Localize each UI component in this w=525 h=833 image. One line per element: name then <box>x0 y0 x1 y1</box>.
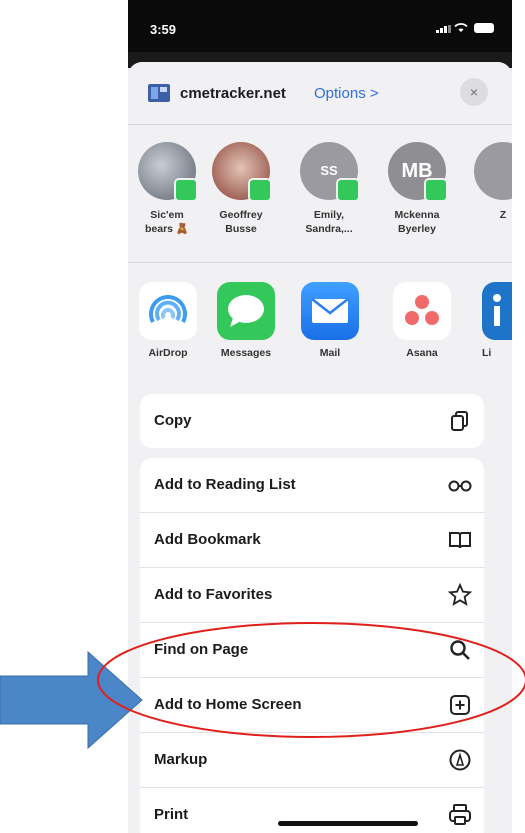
person-item[interactable]: Sic'em bears 🧸 <box>132 134 202 236</box>
phone-screen: 3:59 cmetracker.net Options > × Sic'em b… <box>128 0 512 833</box>
status-bar: 3:59 <box>128 0 512 52</box>
person-item[interactable]: Geoffrey Busse <box>206 134 276 236</box>
share-header: cmetracker.net Options > × <box>128 62 512 124</box>
avatar: MB <box>388 142 448 202</box>
avatar <box>138 142 198 202</box>
person-name: Z <box>499 209 507 221</box>
share-sheet: cmetracker.net Options > × Sic'em bears 🧸 <box>128 62 512 833</box>
avatar: SS <box>300 142 360 202</box>
print-action[interactable]: Print <box>140 788 484 833</box>
search-icon <box>450 640 470 660</box>
copy-action[interactable]: Copy <box>140 394 484 448</box>
person-item[interactable]: MB Mckenna Byerley <box>382 134 452 236</box>
messages-icon <box>217 282 275 340</box>
airdrop-icon <box>139 282 197 340</box>
copy-icon <box>451 411 468 431</box>
close-icon: × <box>469 84 479 100</box>
printer-icon <box>449 804 471 825</box>
messages-badge-icon <box>248 178 272 202</box>
markup-icon <box>449 749 471 771</box>
close-button[interactable]: × <box>460 78 488 106</box>
book-icon <box>449 532 471 549</box>
person-name: Emily, Sandra,... <box>305 209 353 235</box>
app-mail[interactable]: Mail <box>294 274 366 359</box>
apps-row: AirDrop Messages Mail Asana Li <box>128 274 512 374</box>
add-bookmark-action[interactable]: Add Bookmark <box>140 513 484 568</box>
header-divider <box>128 124 512 125</box>
battery-icon <box>474 23 494 33</box>
home-indicator <box>278 821 418 826</box>
avatar <box>212 142 272 202</box>
add-to-favorites-action[interactable]: Add to Favorites <box>140 568 484 623</box>
site-favicon <box>148 84 170 102</box>
status-time: 3:59 <box>150 22 177 37</box>
avatar <box>474 142 512 200</box>
add-to-reading-list-action[interactable]: Add to Reading List <box>140 458 484 513</box>
mail-icon <box>301 282 359 340</box>
add-to-home-screen-action[interactable]: Add to Home Screen <box>140 678 484 733</box>
add-square-icon <box>450 695 470 715</box>
app-messages[interactable]: Messages <box>210 274 282 359</box>
site-name: cmetracker.net <box>180 85 286 102</box>
find-on-page-action[interactable]: Find on Page <box>140 623 484 678</box>
options-link[interactable]: Options > <box>314 85 379 102</box>
people-row: Sic'em bears 🧸 Geoffrey Busse SS Emily, San… <box>128 134 512 254</box>
signal-icon <box>436 25 451 33</box>
messages-badge-icon <box>336 178 360 202</box>
messages-badge-icon <box>424 178 448 202</box>
person-item[interactable]: SS Emily, Sandra,... <box>294 134 364 236</box>
annotation-arrow <box>0 650 143 750</box>
person-item[interactable]: Z <box>468 134 512 222</box>
app-linkedin[interactable]: Li <box>472 274 512 359</box>
people-divider <box>128 262 512 263</box>
messages-badge-icon <box>174 178 198 202</box>
wifi-icon <box>454 23 468 32</box>
actions-group: Add to Reading List Add Bookmark Add to … <box>140 458 484 833</box>
copy-group: Copy <box>140 394 484 448</box>
person-name: Geoffrey Busse <box>219 209 263 235</box>
app-airdrop[interactable]: AirDrop <box>132 274 204 359</box>
app-asana[interactable]: Asana <box>386 274 458 359</box>
linkedin-icon <box>482 282 512 340</box>
markup-action[interactable]: Markup <box>140 733 484 788</box>
glasses-icon <box>448 480 472 492</box>
star-icon <box>448 583 472 606</box>
person-name: Sic'em bears 🧸 <box>144 209 189 235</box>
asana-icon <box>393 282 451 340</box>
person-name: Mckenna Byerley <box>394 209 440 235</box>
